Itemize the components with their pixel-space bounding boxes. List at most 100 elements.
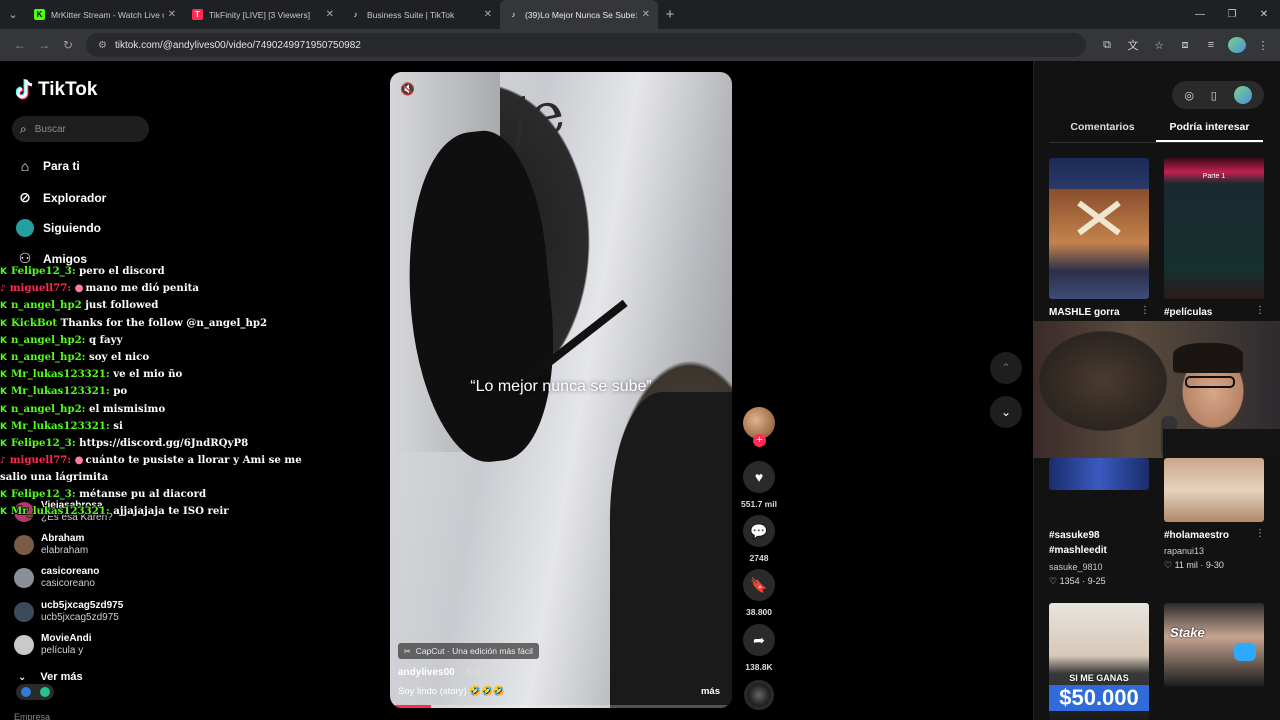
site-info-icon[interactable]: ⚙ [98, 40, 107, 51]
account-sub: elabraham [41, 545, 89, 556]
tab-suggested[interactable]: Podría interesar [1156, 121, 1263, 142]
following-account[interactable]: MovieAndi película y [14, 633, 92, 657]
thumbnail-title[interactable]: #holamaestro [1164, 528, 1229, 543]
account-sub: ucb5jxcag5zd975 [41, 612, 119, 623]
more-dots-icon[interactable]: ⋮ [1255, 305, 1265, 316]
avatar [14, 635, 34, 655]
chat-text: just followed [85, 299, 159, 312]
window-controls: — ❐ ✕ [1184, 9, 1280, 20]
tab-title: Business Suite | TikTok [367, 9, 455, 20]
nav-explore[interactable]: ⊘ Explorador [16, 189, 106, 206]
tab-search-icon[interactable]: ⌄ [0, 0, 26, 29]
compass-icon[interactable]: ◎ [1184, 89, 1194, 102]
kick-icon: K [0, 387, 7, 398]
video-thumbnail[interactable]: SI ME GANAS $50.000 [1049, 603, 1149, 720]
compass-icon: ⊘ [19, 189, 31, 205]
chat-message: K Mr_lukas123321: ajjajajaja te ISO reir [0, 503, 330, 520]
following-account[interactable]: Abraham elabraham [14, 533, 88, 557]
video-thumbnail[interactable]: Stake [1164, 603, 1264, 687]
url-field[interactable]: ⚙ tiktok.com/@andylives00/video/74902499… [86, 33, 1086, 57]
media-icon[interactable]: ≡ [1202, 39, 1220, 51]
menu-dots-icon[interactable]: ⋮ [1254, 39, 1272, 52]
more-link[interactable]: más [701, 686, 720, 697]
following-account[interactable]: casicoreano casicoreano [14, 566, 99, 590]
more-dots-icon[interactable]: ⋮ [1140, 305, 1150, 316]
thumbnail-title[interactable]: #sasuke98 #mashleedit [1049, 528, 1149, 558]
close-icon[interactable]: ✕ [642, 9, 650, 20]
nav-for-you[interactable]: ⌂ Para ti [16, 158, 80, 174]
browser-tab-3[interactable]: ♪ Business Suite | TikTok ✕ [342, 0, 500, 29]
capcut-label: CapCut · Una edición más fácil [415, 646, 533, 656]
extensions-icon[interactable]: ⧈ [1176, 39, 1194, 52]
profile-avatar[interactable] [1228, 37, 1246, 53]
chat-text: q fayy [89, 333, 123, 346]
chat-text: ve el mio ño [113, 368, 183, 381]
see-more-button[interactable]: ⌄ Ver más [18, 671, 83, 683]
more-dots-icon[interactable]: ⋮ [1255, 528, 1265, 539]
previous-video-button[interactable]: ⌃ [990, 352, 1022, 384]
like-button[interactable]: ♥ [743, 461, 775, 493]
video-thumbnail[interactable]: Parte 1 [1164, 158, 1264, 299]
webcam-hair [1173, 343, 1243, 373]
chevron-up-icon: ⌃ [1000, 361, 1012, 375]
reload-icon[interactable]: ↻ [56, 38, 80, 52]
status-pill[interactable] [16, 684, 54, 700]
browser-tab-4[interactable]: ♪ (39)Lo Mejor Nunca Se Sube: H ✕ [500, 0, 658, 29]
chat-message: ♪ miguell77: ● cuánto te pusiste a llorar … [0, 452, 330, 485]
search-input[interactable]: ⌕ Buscar [12, 116, 149, 142]
next-video-button[interactable]: ⌄ [990, 396, 1022, 428]
forward-icon[interactable]: → [32, 38, 56, 52]
save-button[interactable]: 🔖 [743, 569, 775, 601]
thumbnail-banner: SI ME GANAS [1069, 673, 1129, 683]
panel-toolbar: ◎ ▯ [1172, 81, 1264, 109]
nav-label: Siguiendo [43, 221, 101, 235]
chevron-down-icon: ⌄ [18, 671, 27, 683]
tab-title: TikFinity [LIVE] [3 Viewers] [209, 9, 311, 20]
chat-message: ♪ miguell77: ● mano me dió penita [0, 280, 330, 297]
new-tab-button[interactable]: + [658, 6, 682, 23]
volume-icon[interactable]: 🔇 [400, 82, 415, 96]
comment-button[interactable]: 💬 [743, 515, 775, 547]
bookmark-star-icon[interactable]: ☆ [1150, 39, 1168, 52]
restore-icon[interactable]: ❐ [1216, 9, 1248, 20]
phone-icon[interactable]: ▯ [1211, 89, 1217, 102]
thumbnail-title[interactable]: MASHLE gorra [1049, 305, 1120, 320]
close-icon[interactable]: ✕ [326, 9, 334, 20]
following-account[interactable]: ucb5jxcag5zd975 ucb5jxcag5zd975 [14, 600, 123, 624]
close-icon[interactable]: ✕ [484, 9, 492, 20]
translate-icon[interactable]: 文 [1124, 37, 1142, 53]
tiktok-logo[interactable]: TikTok [16, 79, 97, 101]
back-icon[interactable]: ← [8, 38, 32, 52]
thumbnail-author[interactable]: sasuke_9810 [1049, 562, 1103, 572]
nav-following[interactable]: Siguiendo [16, 219, 101, 237]
video-thumbnail[interactable] [1049, 158, 1149, 299]
share-icon: ➦ [753, 631, 765, 648]
install-icon[interactable]: ⧉ [1098, 39, 1116, 52]
chat-text: Thanks for the follow @n_angel_hp2 [60, 316, 268, 329]
kick-icon: K [0, 267, 7, 277]
account-name: MovieAndi [41, 633, 92, 644]
chat-user: Mr_lukas123321: [10, 504, 110, 517]
chat-message: K Mr_lukas123321: si [0, 418, 330, 435]
tiktok-icon: ♪ [0, 284, 6, 295]
music-disc-icon[interactable] [744, 680, 774, 710]
video-thumbnail[interactable] [1164, 458, 1264, 522]
browser-tab-1[interactable]: K MrKitter Stream - Watch Live on ✕ [26, 0, 184, 29]
footer-link[interactable]: Empresa [14, 712, 50, 720]
share-button[interactable]: ➦ [743, 624, 775, 656]
video-thumbnail[interactable] [1049, 458, 1149, 490]
video-author[interactable]: andylives00 · 4-6 [398, 667, 480, 678]
close-icon[interactable]: ✕ [168, 9, 176, 20]
capcut-tag[interactable]: ✂ CapCut · Una edición más fácil [398, 643, 539, 659]
thumbnail-author[interactable]: rapanui13 [1164, 546, 1204, 556]
video-progress-bar[interactable] [390, 705, 732, 708]
video-player[interactable]: /e 🔇 “Lo mejor nunca se sube” ✂ CapCut ·… [390, 72, 732, 708]
tab-comments[interactable]: Comentarios [1049, 121, 1156, 142]
kick-icon: K [0, 301, 7, 312]
thumbnail-title[interactable]: #películas [1164, 305, 1212, 320]
close-window-icon[interactable]: ✕ [1248, 9, 1280, 20]
browser-tab-2[interactable]: T TikFinity [LIVE] [3 Viewers] ✕ [184, 0, 342, 29]
user-avatar[interactable] [1233, 86, 1252, 104]
follow-plus-icon[interactable]: + [753, 434, 766, 447]
minimize-icon[interactable]: — [1184, 9, 1216, 20]
